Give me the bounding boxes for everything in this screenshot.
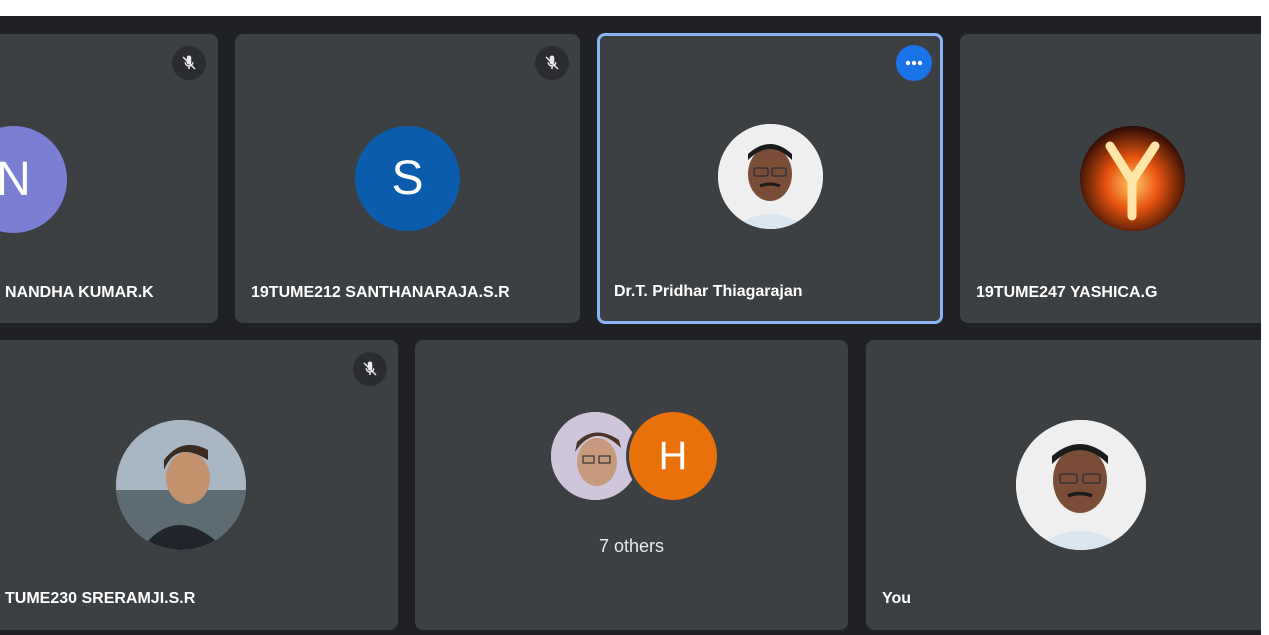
others-count-label: 7 others <box>598 536 665 556</box>
more-options-icon[interactable] <box>896 45 932 81</box>
avatar: Y <box>1080 126 1185 231</box>
self-tile[interactable]: You <box>866 340 1261 630</box>
mic-off-icon <box>172 46 206 80</box>
participant-tile[interactable]: N NANDHA KUMAR.K <box>0 34 218 323</box>
avatar <box>551 412 639 500</box>
mic-off-icon <box>353 352 387 386</box>
participant-name: 19TUME247 YASHICA.G <box>976 284 1158 301</box>
participant-tile[interactable]: S 19TUME212 SANTHANARAJA.S.R <box>235 34 580 323</box>
participant-name: NANDHA KUMAR.K <box>5 284 154 301</box>
participant-name: 19TUME212 SANTHANARAJA.S.R <box>251 284 510 301</box>
participant-tile-active[interactable]: Dr.T. Pridhar Thiagarajan <box>597 33 943 324</box>
others-tile[interactable]: H 7 others <box>415 340 848 630</box>
avatar: S <box>355 126 460 231</box>
avatar-initial: S <box>391 152 424 205</box>
participant-tile[interactable]: TUME230 SRERAMJI.S.R <box>0 340 398 630</box>
avatar: H <box>629 412 717 500</box>
avatar <box>116 420 246 550</box>
avatar-initial: H <box>658 433 688 478</box>
avatar <box>718 124 823 229</box>
meeting-grid: N NANDHA KUMAR.K S 19TUME212 SANTHANARAJ… <box>0 16 1261 635</box>
avatar <box>1016 420 1146 550</box>
mic-off-icon <box>535 46 569 80</box>
participant-name: Dr.T. Pridhar Thiagarajan <box>614 283 803 300</box>
participant-name: You <box>882 590 912 607</box>
participant-name: TUME230 SRERAMJI.S.R <box>5 590 196 607</box>
avatar: N <box>0 126 67 233</box>
avatar-initial: N <box>0 153 31 206</box>
participant-tile[interactable]: Y 19TUME247 YASHICA.G <box>960 34 1261 323</box>
